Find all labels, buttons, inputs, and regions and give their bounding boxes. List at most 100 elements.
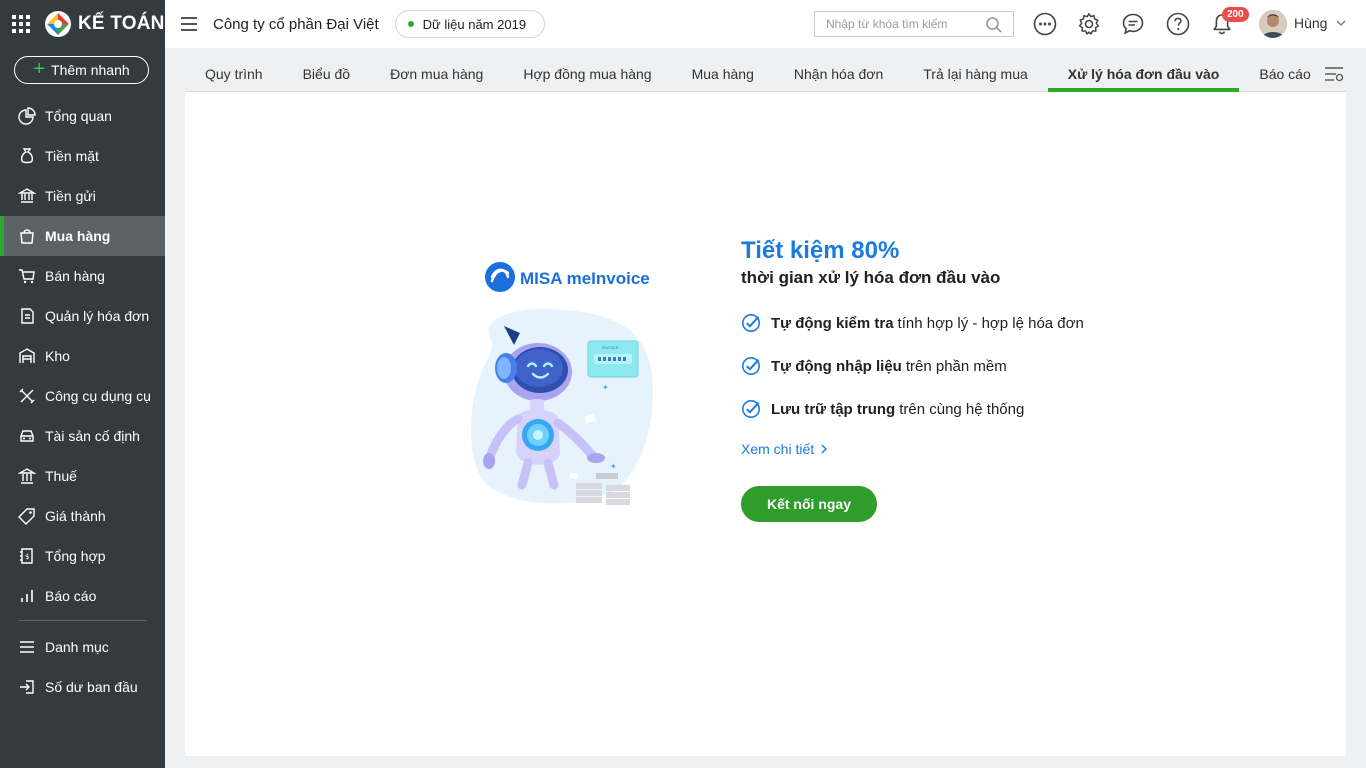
shopping-bag-icon [17, 226, 37, 246]
feature-highlight: Tự động kiểm tra [771, 314, 894, 332]
bar-chart-icon [17, 586, 37, 606]
sidebar-item-label: Kho [45, 348, 70, 364]
ledger-icon: $ [17, 546, 37, 566]
warehouse-icon [17, 346, 37, 366]
sidebar: KẾ TOÁN + Thêm nhanh Tổng quan Tiền mặt Ti… [0, 0, 165, 768]
svg-text:✦: ✦ [610, 462, 617, 471]
chat-icon[interactable] [1121, 12, 1145, 36]
search-placeholder: Nhập từ khóa tìm kiếm [826, 17, 948, 31]
sidebar-item[interactable]: Tiền gửi [0, 176, 165, 216]
tab[interactable]: Quy trình [185, 56, 283, 91]
top-header: Công ty cổ phần Đại Việt Dữ liệu năm 201… [165, 0, 1366, 48]
brand-name: MISA meInvoice [520, 269, 650, 288]
check-circle-icon [742, 400, 760, 418]
tab[interactable]: Nhận hóa đơn [774, 56, 903, 91]
logo-mark-icon [45, 11, 71, 37]
sidebar-divider [18, 620, 147, 621]
feature-text: tính hợp lý - hợp lệ hóa đơn [897, 314, 1084, 332]
view-details-link[interactable]: Xem chi tiết [741, 441, 1084, 457]
app-name: KẾ TOÁN [78, 13, 165, 34]
sidebar-item[interactable]: Công cụ dụng cụ [0, 376, 165, 416]
chevron-right-icon [821, 444, 828, 454]
svg-text:✦: ✦ [602, 383, 609, 392]
sidebar-item-label: Tổng hợp [45, 548, 106, 564]
sidebar-item-label: Tổng quan [45, 108, 112, 124]
tab[interactable]: Đơn mua hàng [370, 56, 503, 91]
gear-icon[interactable] [1077, 12, 1101, 36]
more-options-icon[interactable] [1033, 12, 1057, 36]
tab[interactable]: Mua hàng [672, 56, 774, 91]
tab[interactable]: Trả lại hàng mua [903, 56, 1048, 91]
sidebar-item-label: Tiền gửi [45, 188, 96, 204]
sidebar-item[interactable]: Tiền mặt [0, 136, 165, 176]
sidebar-item[interactable]: Báo cáo [0, 576, 165, 616]
connect-now-button[interactable]: Kết nối ngay [741, 486, 877, 522]
quick-add-label: Thêm nhanh [51, 62, 130, 78]
module-tabs: Quy trình Biểu đồ Đơn mua hàng Hợp đồng mua… [185, 56, 1346, 92]
sidebar-item-label: Giá thành [45, 508, 106, 524]
invoice-card-label: INVOICE [602, 345, 619, 350]
cart-icon [17, 266, 37, 286]
sidebar-item[interactable]: Giá thành [0, 496, 165, 536]
sidebar-item[interactable]: $ Tổng hợp [0, 536, 165, 576]
tab[interactable]: Biểu đồ [283, 56, 370, 91]
sidebar-item-label: Bán hàng [45, 268, 105, 284]
sidebar-item-label: Quản lý hóa đơn [45, 308, 150, 324]
list-icon [17, 637, 37, 657]
sidebar-item-label: Công cụ dụng cụ [45, 388, 151, 404]
view-details-label: Xem chi tiết [741, 441, 815, 457]
sidebar-item[interactable]: Mua hàng [0, 216, 165, 256]
status-dot [407, 21, 414, 27]
sidebar-item[interactable]: Danh mục [0, 627, 165, 667]
sidebar-item[interactable]: Thuế [0, 456, 165, 496]
feature-text: trên phần mềm [905, 357, 1007, 375]
fiscal-year-selector[interactable]: Dữ liệu năm 2019 [394, 10, 546, 38]
company-name[interactable]: Công ty cổ phần Đại Việt [213, 16, 379, 33]
login-icon [17, 677, 37, 697]
tab[interactable]: Hợp đồng mua hàng [503, 56, 671, 91]
search-icon[interactable] [985, 16, 1003, 34]
feature-highlight: Tự động nhập liệu [771, 357, 902, 375]
sidebar-item[interactable]: Kho [0, 336, 165, 376]
tax-icon [17, 466, 37, 486]
feature-item: Tự động nhập liệu trên phần mềm [741, 355, 1084, 377]
plus-icon: + [33, 58, 46, 80]
sidebar-item-label: Tài sản cố định [45, 428, 140, 444]
price-tag-icon [17, 506, 37, 526]
app-grid-icon[interactable] [12, 15, 30, 33]
tab[interactable]: Báo cáo [1239, 56, 1330, 91]
help-icon[interactable] [1166, 12, 1190, 36]
sidebar-item-label: Danh mục [45, 639, 109, 655]
sidebar-item-label: Số dư ban đầu [45, 679, 138, 695]
promo-headline: Tiết kiệm 80% [741, 237, 900, 264]
quick-add-button[interactable]: + Thêm nhanh [14, 56, 149, 84]
pie-chart-icon [17, 106, 37, 126]
invoice-icon [17, 306, 37, 326]
sidebar-item[interactable]: Tài sản cố định [0, 416, 165, 456]
username[interactable]: Hùng [1294, 15, 1327, 31]
feature-item: Lưu trữ tập trung trên cùng hệ thống [741, 398, 1084, 420]
avatar[interactable] [1259, 10, 1287, 38]
sidebar-item[interactable]: Quản lý hóa đơn [0, 296, 165, 336]
sidebar-menu: Tổng quan Tiền mặt Tiền gửi Mua hàng Bán hàn… [0, 96, 165, 707]
main-content: MISA meInvoice INVOICE ✦ ✦ Tiết kiệm 80%… [185, 92, 1346, 756]
promo-subheadline: thời gian xử lý hóa đơn đầu vào [741, 268, 1001, 287]
feature-text: trên cùng hệ thống [899, 400, 1025, 418]
meinvoice-robot-illustration: MISA meInvoice INVOICE ✦ ✦ [470, 262, 653, 505]
hamburger-menu-icon[interactable] [181, 17, 197, 31]
check-circle-icon [742, 314, 760, 332]
svg-text:$: $ [25, 553, 29, 561]
search-input[interactable]: Nhập từ khóa tìm kiếm [814, 11, 1014, 37]
sidebar-item-label: Báo cáo [45, 588, 97, 604]
check-circle-icon [742, 357, 760, 375]
chevron-down-icon[interactable] [1335, 17, 1347, 29]
sidebar-item[interactable]: Tổng quan [0, 96, 165, 136]
misa-logo-icon [485, 262, 515, 292]
tab-settings-icon[interactable] [1324, 65, 1344, 83]
logo-row: KẾ TOÁN [0, 0, 165, 48]
feature-highlight: Lưu trữ tập trung [771, 400, 896, 418]
car-icon [17, 426, 37, 446]
sidebar-item[interactable]: Số dư ban đầu [0, 667, 165, 707]
tab[interactable]: Xử lý hóa đơn đầu vào [1047, 56, 1240, 92]
sidebar-item[interactable]: Bán hàng [0, 256, 165, 296]
